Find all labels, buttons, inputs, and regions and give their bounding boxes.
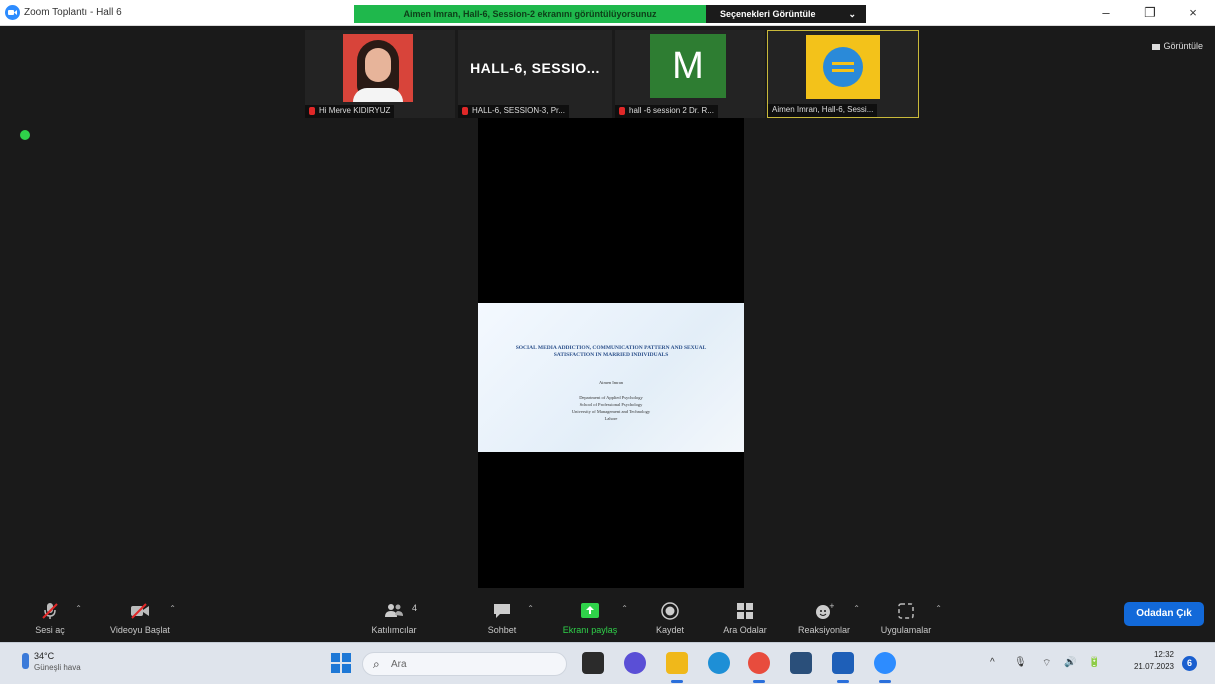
start-video-label: Videoyu Başlat (110, 625, 170, 635)
file-explorer-icon[interactable] (666, 652, 688, 674)
participant-display-name: HALL-6, SESSIO... (470, 60, 600, 76)
battery-icon[interactable]: 🔋 (1088, 657, 1100, 668)
task-view-icon[interactable] (582, 652, 604, 674)
taskbar-clock[interactable]: 12:32 21.07.2023 (1118, 649, 1174, 673)
shared-screen: SOCIAL MEDIA ADDICTION, COMMUNICATION PA… (478, 118, 744, 588)
participant-name-label: Hi Merve KIDIRYUZ (305, 105, 395, 118)
share-screen-label: Ekranı paylaş (562, 625, 618, 635)
grid-view-icon (1152, 43, 1161, 50)
chat-button[interactable]: ⌃ Sohbet (480, 598, 534, 642)
windows-start-icon[interactable] (330, 652, 352, 674)
participants-icon (385, 604, 403, 617)
muted-mic-icon (462, 107, 468, 115)
taskbar-search[interactable]: ⌕ Ara (362, 652, 567, 676)
start-video-button[interactable]: ⌃ Videoyu Başlat (100, 598, 180, 642)
volume-icon[interactable]: 🔊 (1064, 657, 1076, 668)
share-screen-button[interactable]: ⌃ Ekranı paylaş (556, 598, 628, 642)
leave-meeting-button[interactable]: Odadan Çık (1124, 602, 1204, 626)
word-app-icon[interactable] (832, 652, 854, 674)
video-off-icon (131, 603, 149, 619)
participant-name-label: hall -6 session 2 Dr. R... (615, 105, 718, 118)
microphone-icon[interactable]: 🎙 (1014, 657, 1027, 668)
reactions-button[interactable]: + ⌃ Reaksiyonlar (792, 598, 860, 642)
show-hidden-icons-chevron[interactable]: ^ (990, 657, 995, 668)
edge-browser-icon[interactable] (708, 652, 730, 674)
window-titlebar: Zoom Toplantı - Hall 6 Aimen Imran, Hall… (0, 0, 1215, 26)
participant-video (343, 34, 413, 102)
chrome-browser-icon[interactable] (748, 652, 770, 674)
reactions-icon: + (816, 602, 834, 619)
temperature: 34°C (34, 651, 55, 661)
zoom-app-icon (5, 5, 20, 20)
chat-icon (494, 604, 510, 618)
logo-icon (823, 47, 863, 87)
windows-taskbar: 34°C Güneşli hava ⌕ Ara ^ 🎙 ⌔ 🔊 🔋 12:32 … (0, 642, 1215, 684)
video-options-caret[interactable]: ⌃ (169, 604, 176, 613)
slide-title: SOCIAL MEDIA ADDICTION, COMMUNICATION PA… (515, 345, 707, 358)
window-title: Zoom Toplantı - Hall 6 (24, 7, 122, 18)
breakout-rooms-button[interactable]: Ara Odalar (718, 598, 772, 642)
clock-time: 12:32 (1153, 650, 1174, 659)
chat-options-caret[interactable]: ⌃ (527, 604, 534, 613)
share-screen-icon (581, 603, 599, 618)
participants-button[interactable]: 4 Katılımcılar (362, 598, 426, 642)
participant-avatar: M (650, 34, 726, 98)
zoom-app-icon[interactable] (874, 652, 896, 674)
reactions-options-caret[interactable]: ⌃ (853, 604, 860, 613)
view-layout-button[interactable]: Görüntüle (1152, 41, 1203, 51)
presentation-slide: SOCIAL MEDIA ADDICTION, COMMUNICATION PA… (478, 303, 744, 452)
record-icon (661, 602, 679, 620)
chat-label: Sohbet (487, 625, 517, 635)
participant-name-label: HALL-6, SESSION-3, Pr... (458, 105, 569, 118)
chevron-down-icon: ⌄ (848, 9, 856, 19)
participants-label: Katılımcılar (371, 625, 417, 635)
notification-badge[interactable]: 6 (1182, 656, 1197, 671)
participant-tile[interactable]: M hall -6 session 2 Dr. R... (615, 30, 765, 118)
reactions-label: Reaksiyonlar (797, 625, 851, 635)
participant-tile[interactable]: HALL-6, SESSIO... HALL-6, SESSION-3, Pr.… (458, 30, 612, 118)
unmute-label: Sesi aç (35, 625, 65, 635)
security-status-icon[interactable] (20, 130, 30, 140)
wifi-icon[interactable]: ⌔ (1042, 657, 1051, 670)
apps-label: Uygulamalar (880, 625, 932, 635)
slide-author: Aimen Imran (598, 380, 624, 385)
participant-tile[interactable]: Hi Merve KIDIRYUZ (305, 30, 455, 118)
minimize-button[interactable]: – (1092, 4, 1120, 22)
chat-app-icon[interactable] (624, 652, 646, 674)
record-label: Kaydet (655, 625, 685, 635)
view-options-button[interactable]: Seçenekleri Görüntüle ⌄ (706, 5, 866, 23)
apps-options-caret[interactable]: ⌃ (935, 604, 942, 613)
weather-description: Güneşli hava (34, 663, 81, 672)
record-button[interactable]: Kaydet (648, 598, 692, 642)
share-options-caret[interactable]: ⌃ (621, 604, 628, 613)
muted-mic-icon (619, 107, 625, 115)
apps-button[interactable]: ⌃ Uygulamalar (874, 598, 942, 642)
close-button[interactable]: × (1179, 4, 1207, 22)
unmute-button[interactable]: ⌃ Sesi aç (28, 598, 82, 642)
audio-options-caret[interactable]: ⌃ (75, 604, 82, 613)
clock-date: 21.07.2023 (1133, 662, 1174, 671)
slide-affiliation: Department of Applied Psychology School … (571, 395, 651, 421)
thermometer-icon (22, 653, 29, 669)
restore-button[interactable]: ❐ (1136, 4, 1164, 22)
breakout-rooms-label: Ara Odalar (723, 625, 767, 635)
meeting-area: Hi Merve KIDIRYUZ HALL-6, SESSIO... HALL… (0, 26, 1215, 598)
apps-icon (898, 603, 914, 619)
search-placeholder: Ara (391, 659, 407, 670)
view-options-label: Seçenekleri Görüntüle (720, 9, 816, 19)
breakout-rooms-icon (737, 603, 753, 619)
muted-mic-icon (309, 107, 315, 115)
participant-tile-active[interactable]: Aimen Imran, Hall-6, Sessi... (767, 30, 919, 118)
participant-name-label: Aimen Imran, Hall-6, Sessi... (768, 104, 878, 117)
participant-avatar (806, 35, 880, 99)
screen-share-banner: Aimen Imran, Hall-6, Session-2 ekranını … (354, 5, 706, 23)
svg-text:+: + (829, 602, 834, 610)
meeting-toolbar: ⌃ Sesi aç ⌃ Videoyu Başlat 4 Katılımcıla… (0, 598, 1215, 642)
store-app-icon[interactable] (790, 652, 812, 674)
search-icon: ⌕ (373, 657, 380, 671)
participants-count: 4 (412, 603, 418, 613)
muted-mic-icon (42, 603, 58, 619)
